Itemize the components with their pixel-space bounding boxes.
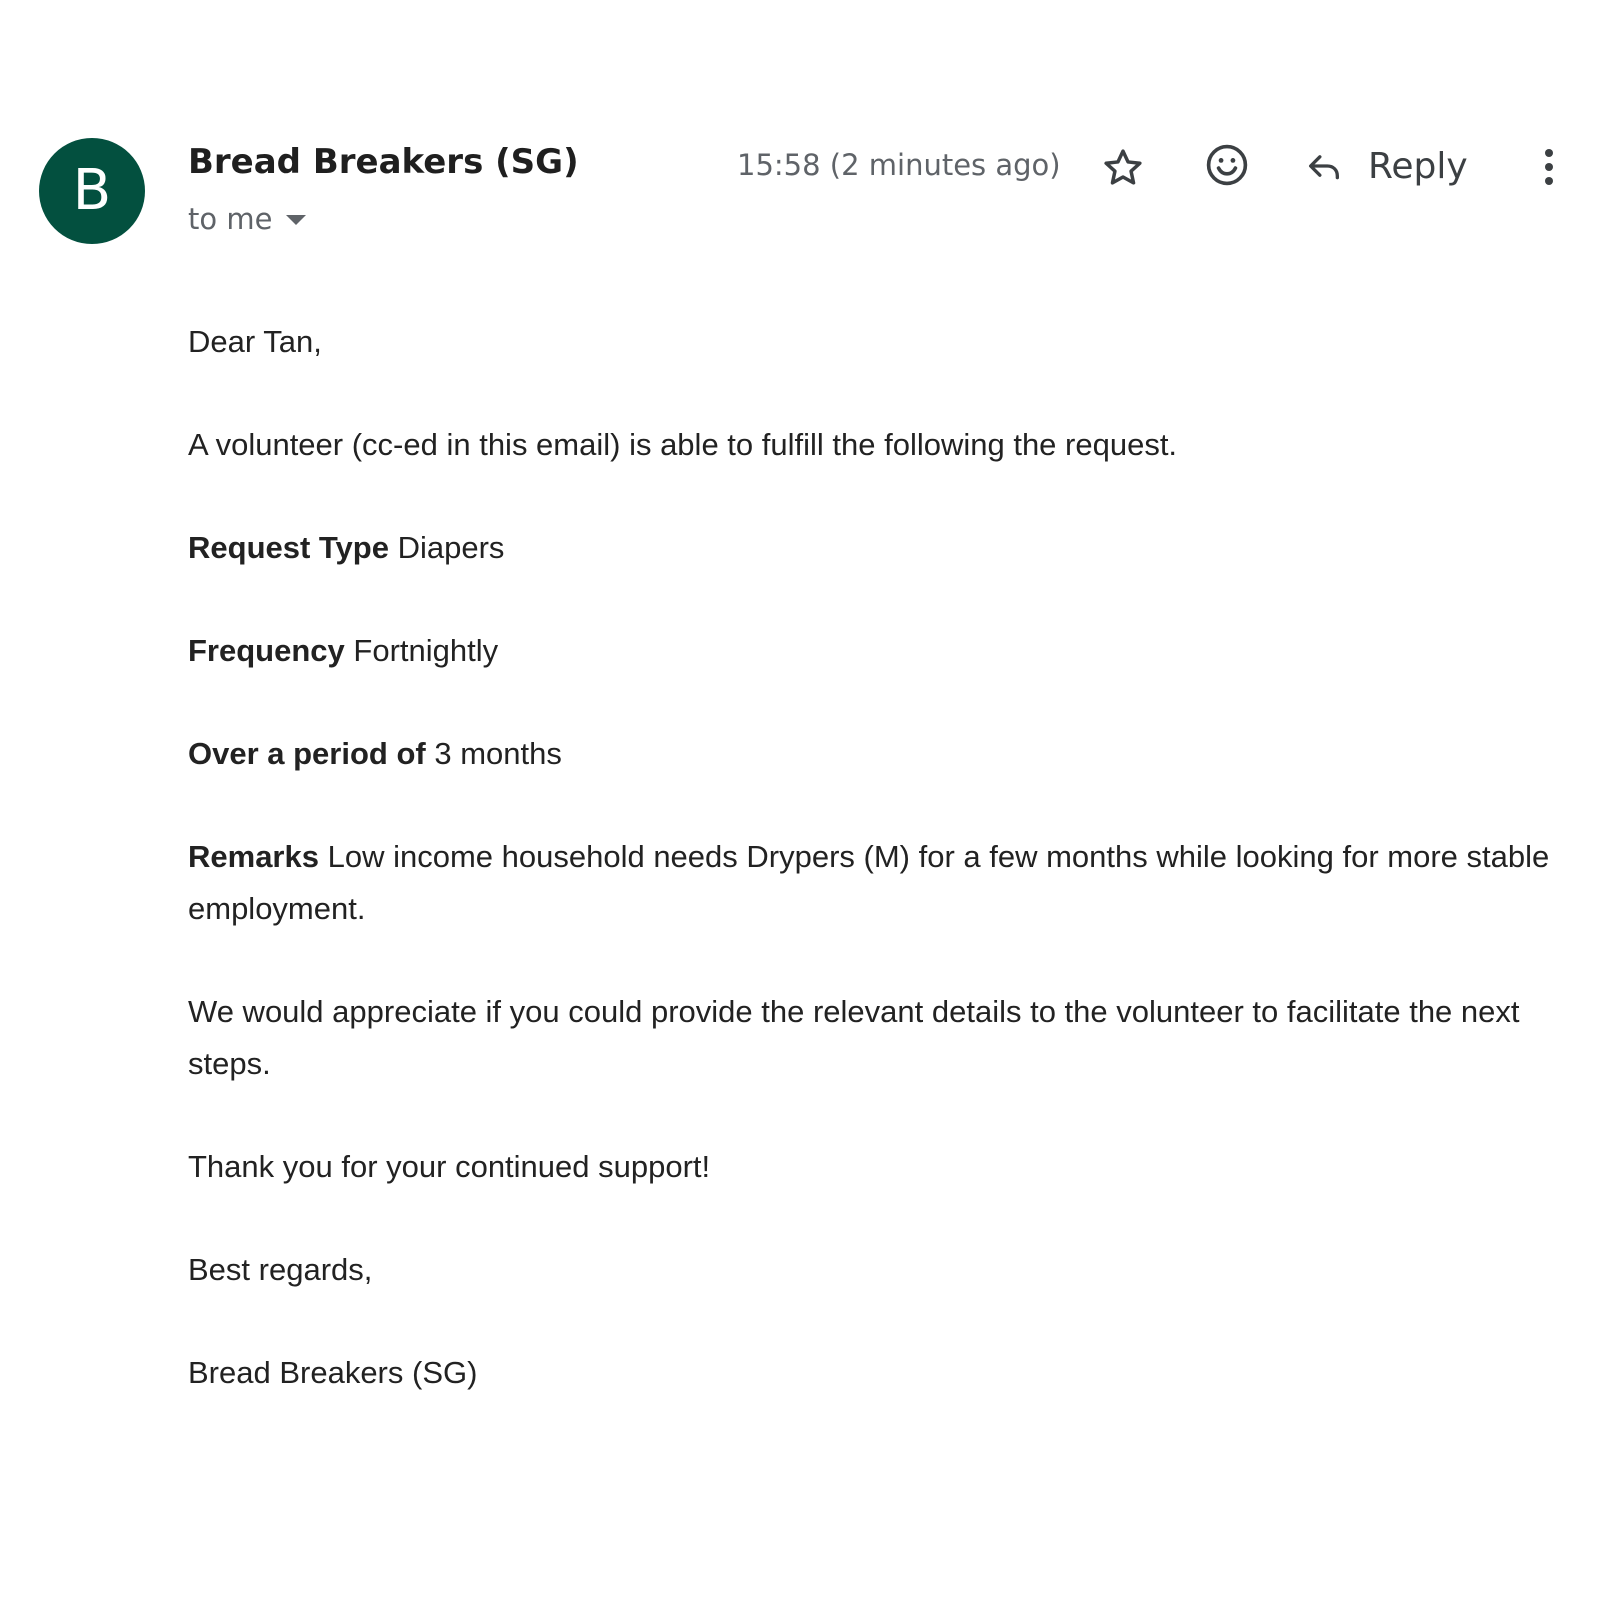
field-value: Fortnightly — [353, 633, 499, 668]
field-label: Remarks — [188, 839, 319, 874]
field-value: Low income household needs Drypers (M) f… — [188, 839, 1550, 926]
sender-name[interactable]: Bread Breakers (SG) — [188, 140, 579, 184]
more-options-button[interactable] — [1534, 140, 1564, 194]
field-period: Over a period of 3 months — [188, 728, 1558, 780]
chevron-down-icon — [286, 215, 307, 225]
closing: Best regards, — [188, 1252, 373, 1287]
greeting: Dear Tan, — [188, 324, 322, 359]
star-button[interactable] — [1097, 142, 1149, 194]
field-label: Request Type — [188, 530, 389, 565]
reply-button[interactable]: Reply — [1304, 138, 1468, 194]
star-icon — [1104, 149, 1142, 185]
emoji-reaction-icon — [1206, 144, 1248, 186]
reply-arrow-icon — [1309, 155, 1339, 180]
recipient-label: to me — [188, 202, 273, 236]
field-value: Diapers — [397, 530, 505, 565]
reply-label: Reply — [1368, 145, 1468, 187]
field-remarks: Remarks Low income household needs Drype… — [188, 831, 1558, 935]
field-frequency: Frequency Fortnightly — [188, 625, 1558, 677]
sender-avatar[interactable]: B — [39, 138, 145, 244]
thanks-paragraph: Thank you for your continued support! — [188, 1149, 711, 1184]
request-paragraph: We would appreciate if you could provide… — [188, 994, 1520, 1081]
add-reaction-button[interactable] — [1201, 139, 1253, 191]
intro-paragraph: A volunteer (cc-ed in this email) is abl… — [188, 427, 1178, 462]
field-label: Over a period of — [188, 736, 426, 771]
message-body: Dear Tan, A volunteer (cc-ed in this ema… — [188, 316, 1558, 1450]
field-label: Frequency — [188, 633, 345, 668]
field-request-type: Request Type Diapers — [188, 522, 1558, 574]
signature: Bread Breakers (SG) — [188, 1355, 478, 1390]
field-value: 3 months — [434, 736, 562, 771]
more-vertical-icon — [1545, 149, 1553, 185]
message-timestamp: 15:58 (2 minutes ago) — [737, 148, 1061, 182]
recipient-details-toggle[interactable]: to me — [188, 199, 307, 239]
